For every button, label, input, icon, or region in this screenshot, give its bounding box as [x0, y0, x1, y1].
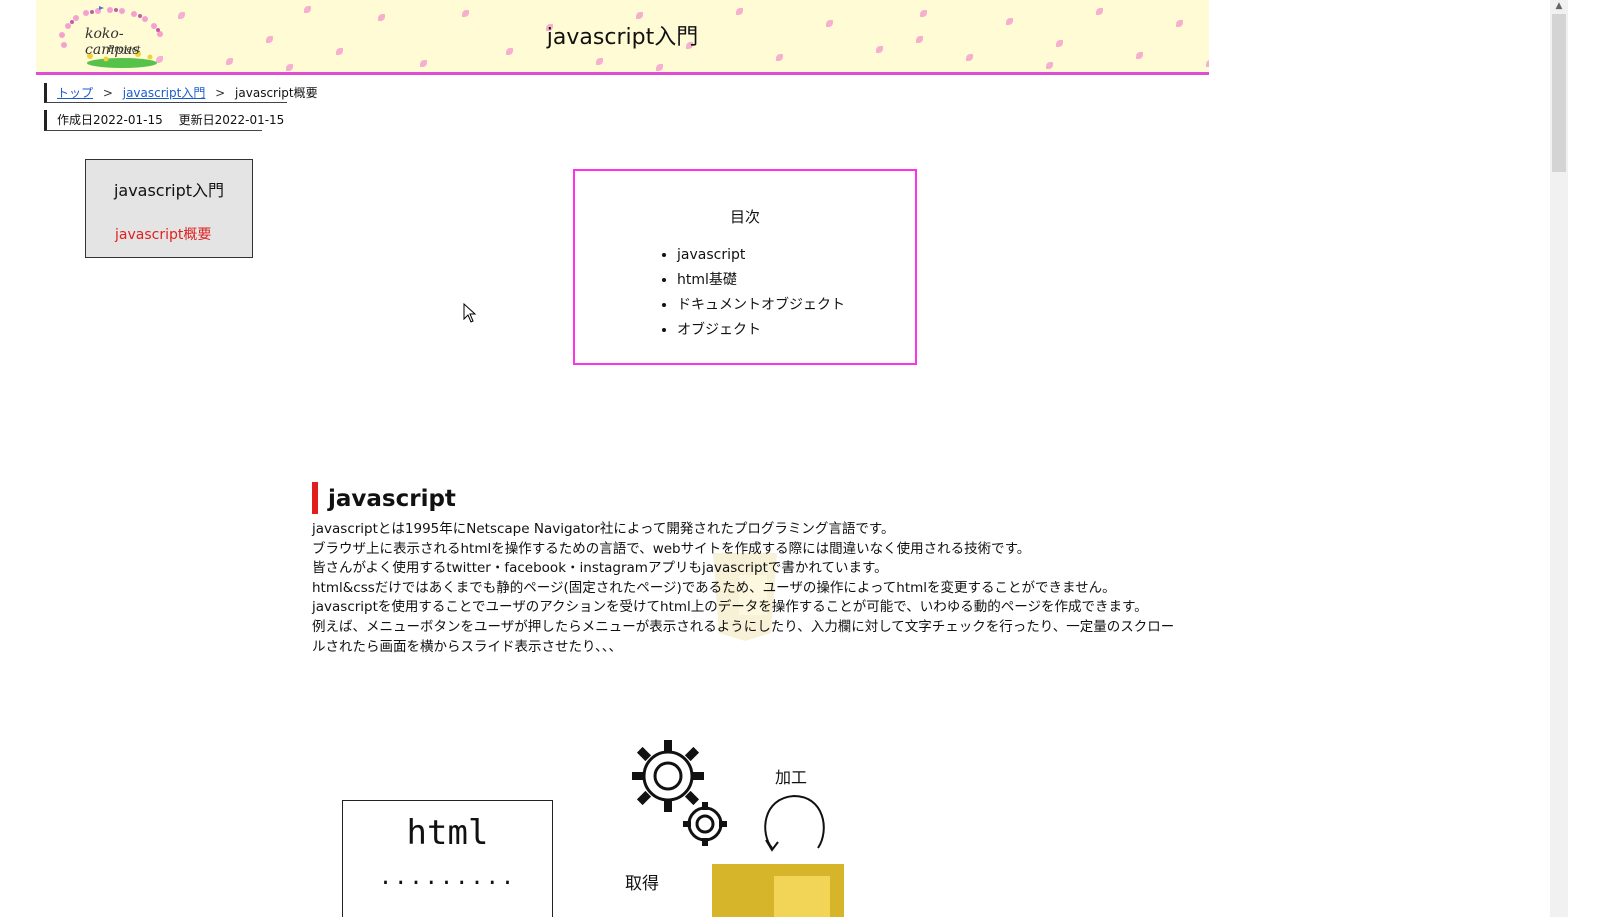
header-petal: [286, 64, 293, 71]
toc-item[interactable]: javascript: [677, 243, 845, 268]
paragraph: javascriptを使用することでユーザのアクションを受けてhtml上のデータ…: [312, 599, 1148, 616]
table-of-contents: 目次 javascript html基礎 ドキュメントオブジェクト オブジェクト: [573, 169, 917, 365]
breadcrumb-current: javascript概要: [235, 86, 318, 100]
loop-arrow-icon: [764, 794, 825, 852]
header-petal: [178, 12, 185, 19]
sidenav-title[interactable]: javascript入門: [86, 177, 252, 201]
breadcrumb-separator: >: [215, 86, 226, 100]
side-navigation: javascript入門 javascript概要: [85, 159, 253, 258]
updated-date: 更新日2022-01-15: [178, 113, 285, 127]
breadcrumb-link-javascript-intro[interactable]: javascript入門: [123, 86, 206, 100]
header-petal: [1096, 8, 1103, 15]
header-petal: [1046, 62, 1053, 69]
header-petal: [776, 54, 783, 61]
toc-title: 目次: [729, 208, 760, 226]
header-petal: [966, 54, 973, 61]
header-petal: [1136, 52, 1143, 59]
sidenav-item-javascript-overview[interactable]: javascript概要: [115, 224, 211, 244]
paragraph: javascriptとは1995年にNetscape Navigator社によっ…: [312, 521, 895, 537]
diagram-label-fetch: 取得: [625, 874, 659, 894]
site-header: koko-campus Project javascript入門: [36, 0, 1209, 75]
header-petal: [920, 10, 927, 17]
header-petal: [736, 8, 743, 15]
breadcrumb-link-top[interactable]: トップ: [57, 86, 93, 100]
paragraph: ブラウザ上に表示されるhtmlを操作するための言語で、webサイトを作成する際に…: [312, 540, 1031, 557]
paragraph: 例えば、メニューボタンをユーザが押したらメニューが表示されるようにしたり、入力欄…: [312, 618, 1175, 655]
diagram-html-title: html: [406, 813, 489, 853]
header-petal: [304, 6, 311, 13]
toc-item[interactable]: html基礎: [677, 268, 845, 293]
javascript-logo-icon: [712, 864, 844, 917]
header-petal: [596, 58, 603, 65]
scrollbar-thumb[interactable]: [1552, 14, 1566, 172]
created-date: 作成日2022-01-15: [57, 113, 163, 127]
page-dates: 作成日2022-01-15 更新日2022-01-15: [44, 110, 284, 131]
header-petal: [462, 10, 469, 17]
header-petal: [226, 58, 233, 65]
gear-icon: [632, 740, 727, 846]
toc-item[interactable]: ドキュメントオブジェクト: [677, 293, 845, 318]
breadcrumb-separator: >: [102, 86, 113, 100]
vertical-scrollbar[interactable]: ▲: [1550, 0, 1568, 917]
scroll-up-arrow-icon[interactable]: ▲: [1550, 0, 1568, 12]
diagram-label-process: 加工: [775, 768, 808, 787]
breadcrumb: トップ > javascript入門 > javascript概要: [44, 83, 318, 103]
paragraph: html&cssだけではあくまでも静的ページ(固定されたページ)であるため、ユー…: [312, 579, 1116, 596]
mouse-cursor-icon: [463, 303, 477, 323]
javascript-logo-inner: [774, 876, 830, 917]
diagram-html-dots: .........: [378, 865, 517, 890]
paragraph: 皆さんがよく使用するtwitter・facebook・instagramアプリも…: [312, 560, 888, 577]
header-petal: [420, 60, 427, 67]
toc-list: javascript html基礎 ドキュメントオブジェクト オブジェクト: [661, 243, 845, 343]
section-heading-javascript: javascript: [312, 482, 456, 515]
toc-item[interactable]: オブジェクト: [677, 318, 845, 343]
section-body: javascriptとは1995年にNetscape Navigator社によっ…: [312, 520, 1182, 657]
site-title: javascript入門: [546, 25, 699, 50]
header-petal: [1206, 60, 1209, 67]
header-petal: [636, 12, 643, 19]
page: koko-campus Project javascript入門 トップ > j…: [0, 0, 1605, 917]
header-petal: [656, 64, 663, 71]
diagram-html-box: html .........: [342, 800, 553, 917]
